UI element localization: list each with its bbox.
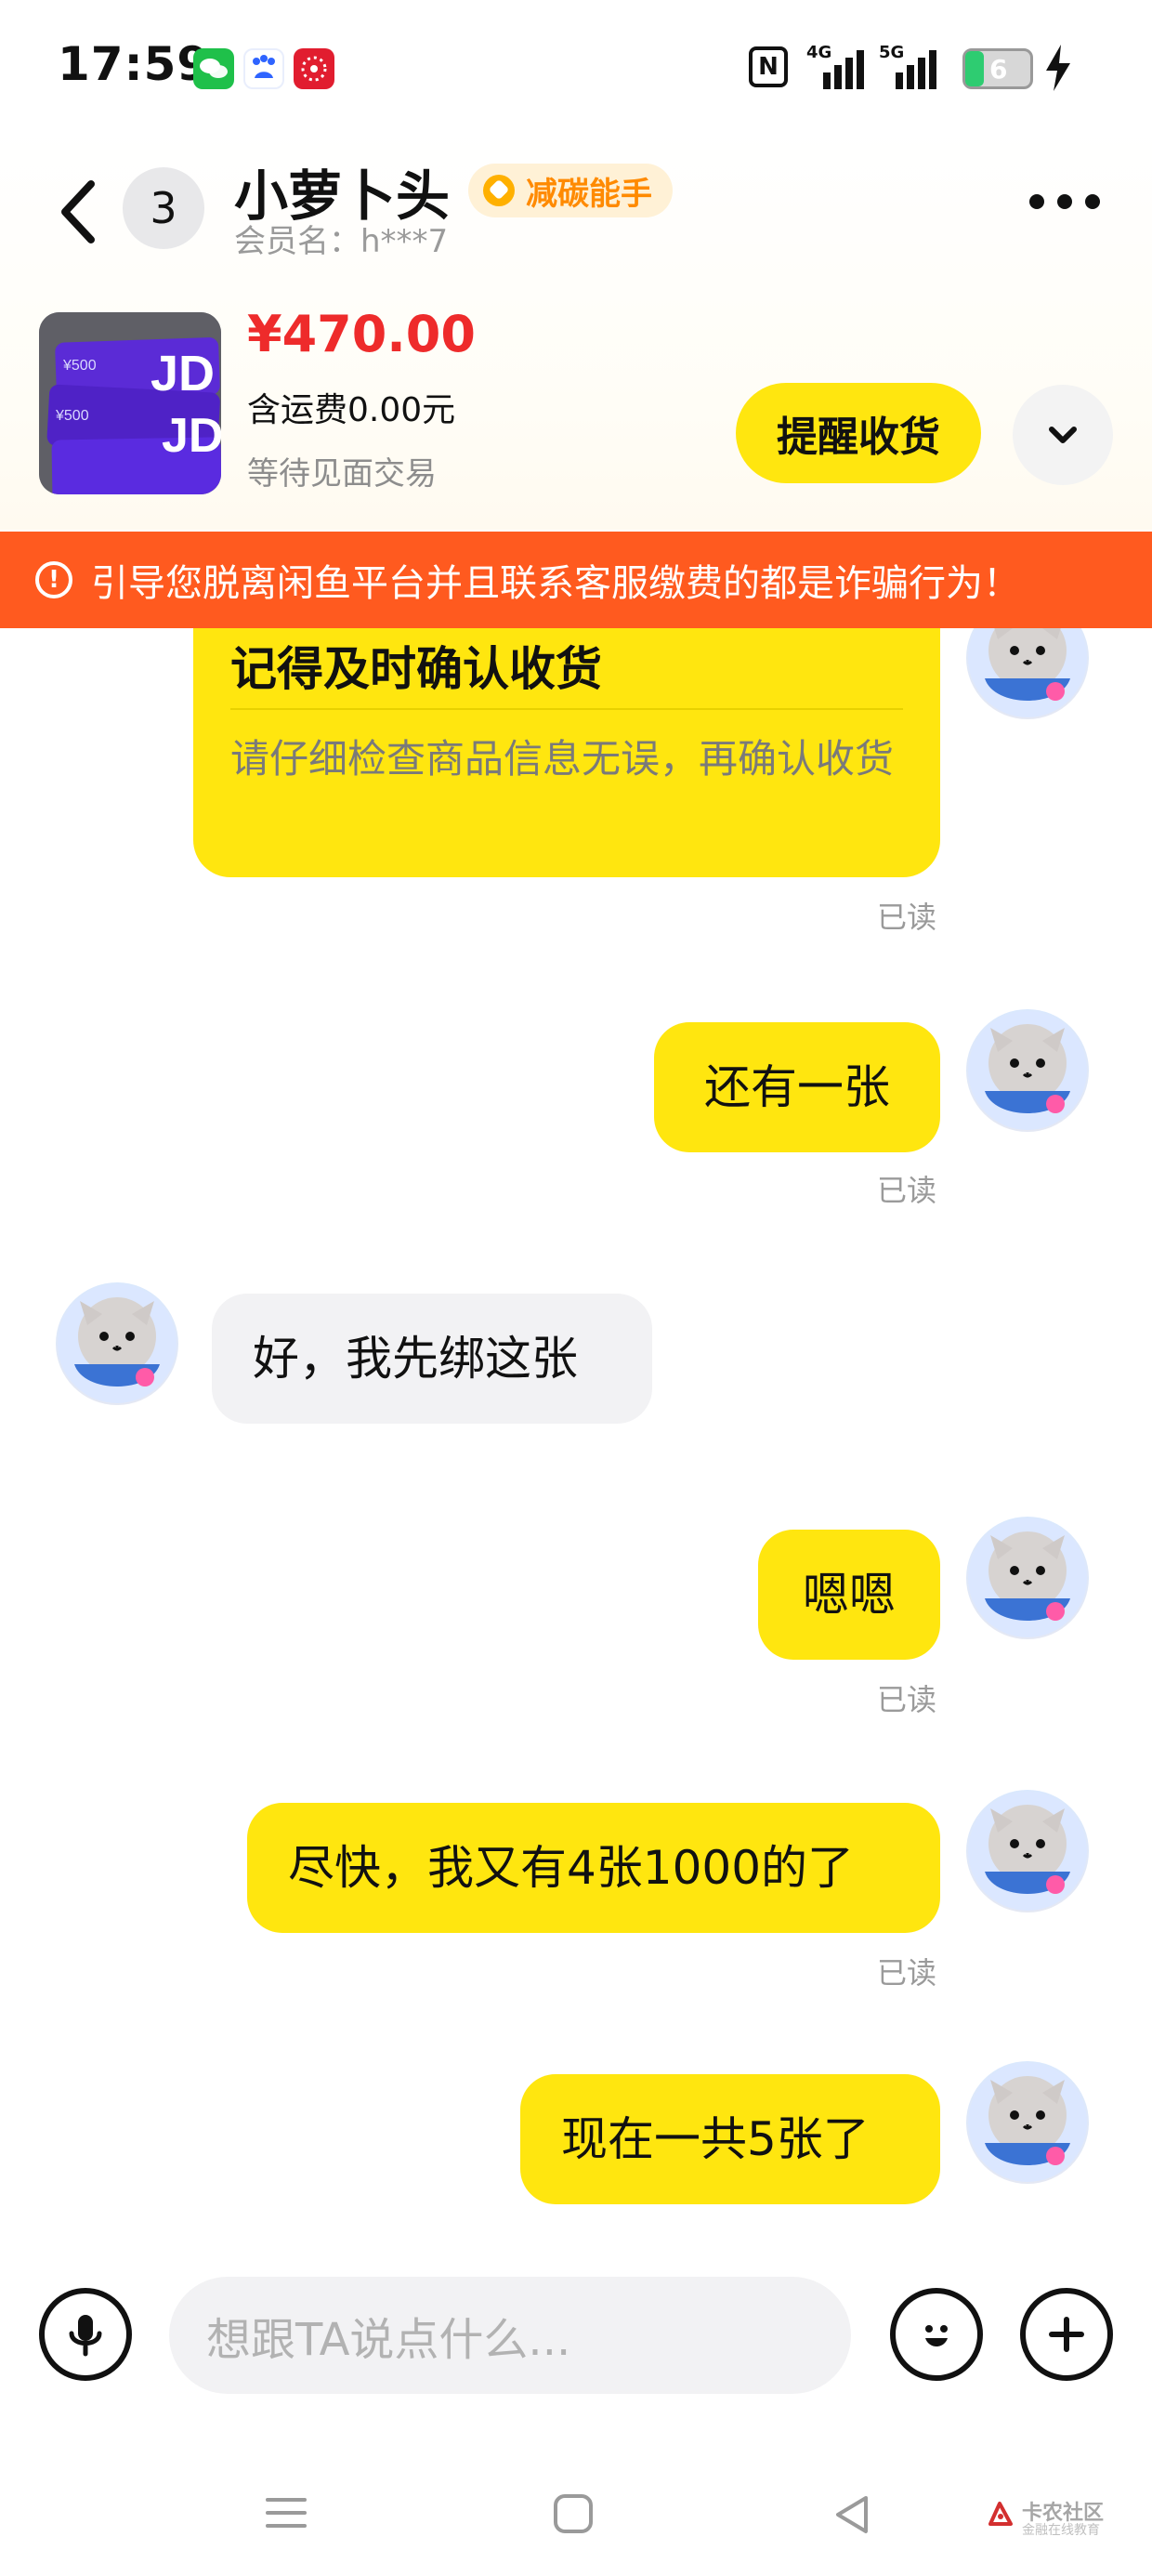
message-outgoing[interactable]: 现在一共5张了 xyxy=(520,2074,940,2204)
message-text: 还有一张 xyxy=(704,1059,890,1114)
composer-bar: 想跟TA说点什么... xyxy=(0,2230,1152,2453)
remind-receipt-button[interactable]: 提醒收货 xyxy=(736,383,981,483)
message-input[interactable]: 想跟TA说点什么... xyxy=(169,2277,851,2394)
back-button[interactable] xyxy=(48,167,108,256)
menu-button[interactable] xyxy=(262,2492,310,2533)
back-triangle-icon xyxy=(836,2496,868,2533)
chevron-down-icon xyxy=(1049,427,1077,443)
read-receipt: 已读 xyxy=(877,900,937,935)
card-title: 记得及时确认收货 xyxy=(230,642,602,696)
member-name: 会员名：h***7 xyxy=(234,223,449,260)
fraud-warning-banner: ! 引导您脱离闲鱼平台并且联系客服缴费的都是诈骗行为！ xyxy=(0,532,1152,628)
message-input-placeholder: 想跟TA说点什么... xyxy=(206,2314,571,2366)
badge-label: 减碳能手 xyxy=(526,175,652,213)
plus-icon xyxy=(1020,2288,1113,2381)
message-outgoing[interactable]: 嗯嗯 xyxy=(758,1530,940,1660)
more-button[interactable] xyxy=(1029,193,1104,230)
battery-level: 6 xyxy=(989,54,1008,85)
product-shipping: 含运费0.00元 xyxy=(247,391,456,429)
nfc-icon: N xyxy=(749,46,788,87)
message-text: 现在一共5张了 xyxy=(561,2111,870,2166)
voice-button[interactable] xyxy=(39,2288,132,2381)
my-avatar[interactable] xyxy=(966,1009,1089,1132)
emoji-icon xyxy=(890,2288,983,2381)
unread-count-badge[interactable]: 3 xyxy=(123,167,204,249)
home-icon xyxy=(554,2494,593,2533)
contact-avatar[interactable] xyxy=(56,1282,178,1405)
wechat-icon xyxy=(193,48,234,89)
product-image[interactable]: JD JD ¥500 ¥500 xyxy=(39,312,221,494)
card-body: 请仔细检查商品信息无误，再确认收货 xyxy=(230,736,895,782)
mic-icon xyxy=(39,2288,132,2381)
watermark-subtext: 金融在线教育 xyxy=(1022,2523,1100,2538)
fraud-warning-text: 引导您脱离闲鱼平台并且联系客服缴费的都是诈骗行为！ xyxy=(91,562,1020,605)
confirm-receipt-card[interactable]: 记得及时确认收货 请仔细检查商品信息无误，再确认收货 xyxy=(193,628,940,877)
charging-icon xyxy=(1044,45,1072,91)
network-label-2: 5G xyxy=(879,43,905,62)
red-app-icon xyxy=(294,48,334,89)
menu-icon xyxy=(266,2498,307,2528)
warning-icon: ! xyxy=(35,561,72,598)
back-nav-button[interactable] xyxy=(827,2491,877,2539)
watermark-logo: 卡农社区 金融在线教育 xyxy=(985,2489,1143,2554)
product-card-sub-1: ¥500 xyxy=(62,358,97,374)
read-receipt: 已读 xyxy=(877,1955,937,1991)
product-card-sub-2: ¥500 xyxy=(55,408,89,424)
expand-button[interactable] xyxy=(1013,385,1113,485)
chat-header: 3 小萝卜头 减碳能手 会员名：h***7 JD JD ¥500 ¥500 ¥4… xyxy=(0,130,1152,530)
message-text: 尽快，我又有4张1000的了 xyxy=(288,1840,855,1895)
product-card-jd-1: JD xyxy=(151,346,215,401)
message-outgoing[interactable]: 尽快，我又有4张1000的了 xyxy=(247,1803,940,1933)
unread-count: 3 xyxy=(150,183,177,233)
baidu-icon xyxy=(243,48,284,89)
network-label-1: 4G xyxy=(806,43,832,62)
status-time: 17:59 xyxy=(58,37,211,91)
message-text: 好，我先绑这张 xyxy=(253,1331,578,1386)
product-price: ¥470.00 xyxy=(247,305,476,363)
remind-receipt-label: 提醒收货 xyxy=(777,414,940,461)
battery-icon: 6 xyxy=(962,48,1033,89)
message-outgoing[interactable]: 还有一张 xyxy=(654,1022,940,1152)
read-receipt: 已读 xyxy=(877,1682,937,1717)
more-icon xyxy=(1029,193,1100,210)
my-avatar[interactable] xyxy=(966,2061,1089,2184)
add-button[interactable] xyxy=(1020,2288,1113,2381)
watermark-icon xyxy=(985,2498,1016,2530)
contact-badge: 减碳能手 xyxy=(468,164,673,217)
my-avatar[interactable] xyxy=(966,1517,1089,1639)
message-text: 嗯嗯 xyxy=(803,1567,896,1622)
read-receipt: 已读 xyxy=(877,1173,937,1208)
signal-icon: 5G xyxy=(879,43,948,89)
leaf-icon xyxy=(483,175,515,206)
card-divider xyxy=(230,708,903,710)
home-button[interactable] xyxy=(548,2489,598,2539)
emoji-button[interactable] xyxy=(890,2288,983,2381)
product-card-jd-2: JD xyxy=(162,409,221,463)
system-nav-bar: 卡农社区 金融在线教育 xyxy=(0,2453,1152,2576)
message-incoming[interactable]: 好，我先绑这张 xyxy=(212,1294,652,1424)
chat-scroll[interactable]: 记得及时确认收货 请仔细检查商品信息无误，再确认收货 已读 还有一张 已读 好，… xyxy=(0,628,1152,2230)
signal-icon: 4G xyxy=(806,43,871,89)
my-avatar[interactable] xyxy=(966,628,1089,719)
my-avatar[interactable] xyxy=(966,1790,1089,1912)
status-bar: 17:59 N 4G 5G 6 xyxy=(0,0,1152,139)
product-status: 等待见面交易 xyxy=(247,455,437,493)
